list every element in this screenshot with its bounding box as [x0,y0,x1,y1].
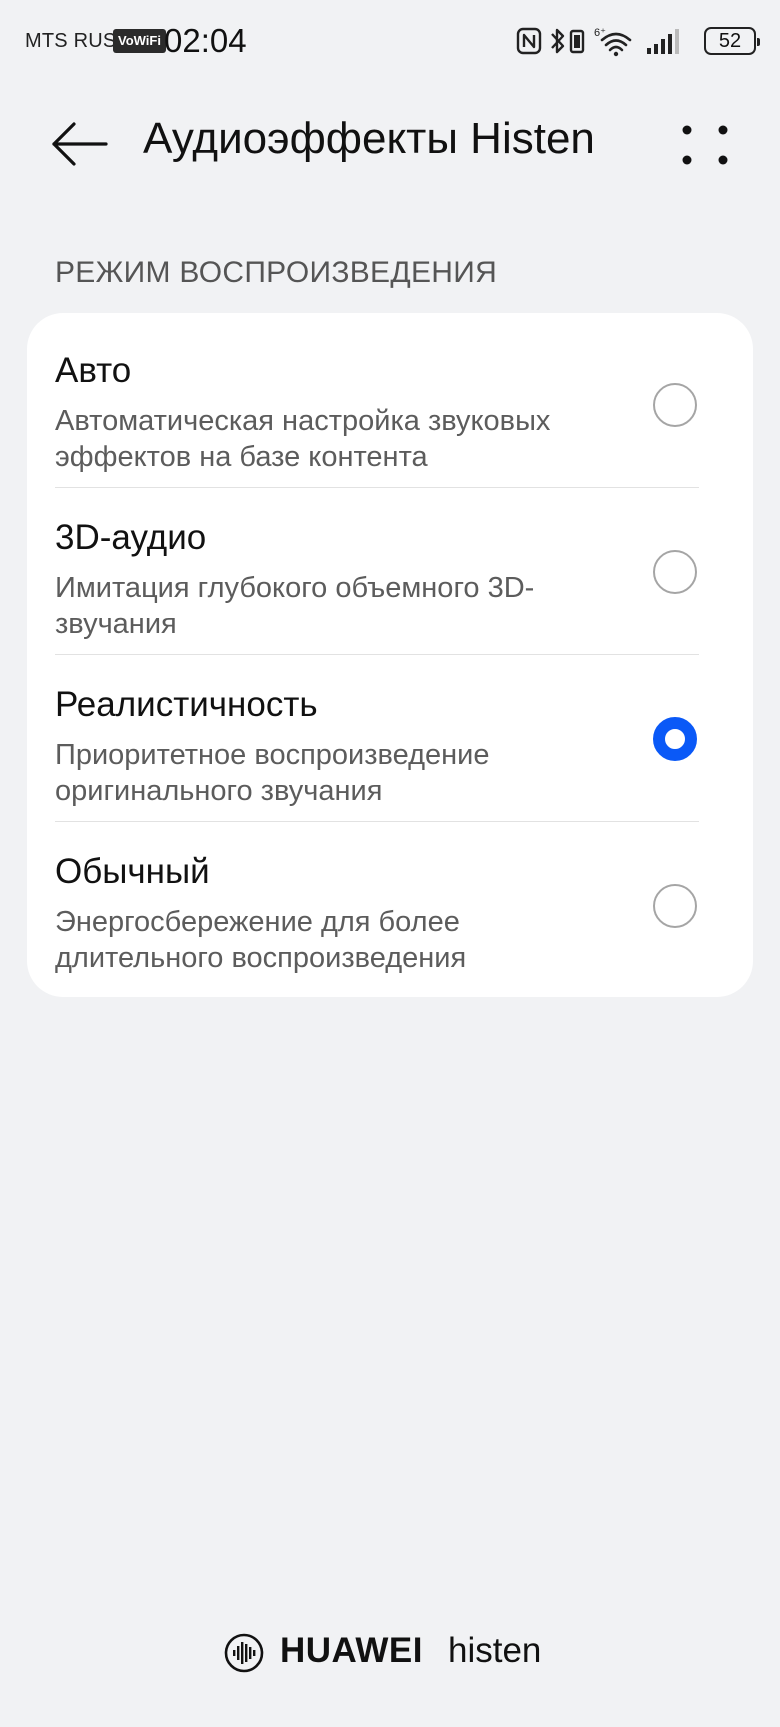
radio-normal[interactable] [653,884,697,928]
option-3d-audio[interactable]: 3D-аудио Имитация глубокого объемного 3D… [27,488,726,655]
back-button[interactable] [50,116,112,172]
status-icons: 6⁺ 52 [516,24,760,60]
option-title: Авто [55,351,132,390]
arrow-left-icon [52,122,108,166]
option-description: Имитация глубокого объемного 3D-звучания [55,572,535,640]
brand-huawei: HUAWEI [280,1631,423,1670]
status-bar: MTS RUS VoWiFi 02:04 6⁺ 52 [0,0,780,84]
option-description: Автоматическая настройка звуковых эффект… [55,405,551,473]
app-header: Аудиоэффекты Histen [0,96,780,192]
section-title: РЕЖИМ ВОСПРОИЗВЕДЕНИЯ [55,256,498,289]
battery-tip [757,38,760,46]
histen-logo-icon [224,1633,264,1673]
more-dots-icon [682,125,728,165]
more-options-button[interactable] [680,122,730,168]
option-title: Обычный [55,852,210,891]
status-time: 02:04 [164,22,247,59]
carrier-label: MTS RUS [25,30,117,52]
option-normal[interactable]: Обычный Энергосбережение для более длите… [27,822,726,989]
page-title: Аудиоэффекты Histen [143,114,595,163]
brand-histen: histen [448,1631,542,1670]
option-auto[interactable]: Авто Автоматическая настройка звуковых э… [27,321,726,488]
signal-icon [647,29,679,54]
vibrate-icon [569,29,585,54]
option-description: Энергосбережение для более длительного в… [55,906,467,974]
radio-realistic[interactable] [653,717,697,761]
radio-auto[interactable] [653,383,697,427]
battery-level: 52 [718,30,742,52]
battery-icon: 52 [704,27,760,55]
radio-3d-audio[interactable] [653,550,697,594]
wifi-6-icon: 6⁺ [594,27,632,57]
nfc-icon [516,27,542,55]
option-title: 3D-аудио [55,518,207,557]
option-realistic[interactable]: Реалистичность Приоритетное воспроизведе… [27,655,726,822]
bluetooth-icon [551,28,565,54]
vowifi-badge: VoWiFi [113,29,166,53]
option-description: Приоритетное воспроизведение оригинально… [55,739,490,807]
option-title: Реалистичность [55,685,318,724]
